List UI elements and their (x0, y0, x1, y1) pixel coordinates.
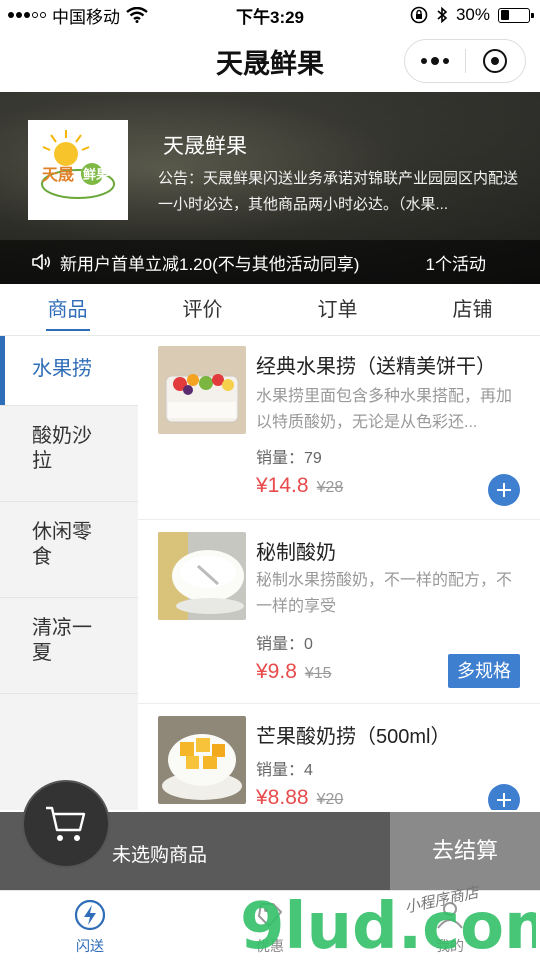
shop-banner: 天晟 鲜果 天晟鲜果 公告：天晟鲜果闪送业务承诺对锦联产业园园区内配送一小时必达… (0, 92, 540, 284)
rotation-lock-icon (410, 6, 428, 24)
battery-percent: 30% (455, 5, 490, 24)
cart-empty-text: 未选购商品 (112, 845, 208, 866)
shopping-cart-icon (46, 806, 86, 841)
bottom-tab-profile[interactable]: 我的 (360, 891, 540, 960)
battery-fill (500, 10, 509, 20)
select-spec-button[interactable]: 多规格 (448, 654, 520, 688)
product-price-row: ¥14.8 ¥28 (256, 474, 343, 498)
promo-bar[interactable]: 新用户首单立减1.20(不与其他活动同享) 1个活动 (0, 240, 540, 284)
target-icon (483, 49, 508, 73)
product-image[interactable] (158, 532, 246, 620)
cart-button[interactable] (22, 780, 110, 868)
close-miniprogram-button[interactable] (466, 40, 526, 82)
signal-strength-icon (8, 12, 46, 18)
category-item-summer[interactable]: 清凉一夏 (0, 598, 138, 694)
user-icon (437, 902, 463, 929)
tab-store[interactable]: 店铺 (405, 284, 540, 335)
lightning-icon (74, 899, 106, 931)
bottom-tab-label: 我的 (436, 938, 464, 954)
nav-bar: 天晟鲜果 (0, 30, 540, 92)
product-sales: 销量：0 (256, 636, 313, 653)
coupon-icon (258, 903, 282, 927)
category-label: 休闲零食 (32, 521, 92, 568)
shop-logo-image: 天晟 鲜果 (41, 130, 115, 199)
plus-icon (497, 483, 511, 497)
category-label: 清凉一夏 (32, 617, 92, 664)
checkout-button[interactable]: 去结算 (390, 812, 540, 890)
product-sales: 销量：79 (256, 450, 322, 467)
status-right: 30% (410, 5, 534, 25)
promo-count[interactable]: 1个活动 (426, 250, 486, 275)
category-item-fruit-salad[interactable]: 水果捞 (0, 336, 138, 406)
bottom-tab-label: 优惠 (256, 938, 284, 954)
product-name[interactable]: 芒果酸奶捞（500ml） (256, 720, 450, 749)
shop-tabs: 商品 评价 订单 店铺 (0, 284, 540, 336)
tab-orders[interactable]: 订单 (270, 284, 405, 335)
category-label: 水果捞 (32, 358, 92, 380)
svg-text:天晟: 天晟 (42, 165, 74, 184)
category-label: 酸奶沙拉 (32, 425, 92, 472)
wifi-icon (126, 7, 148, 23)
carrier-name: 中国移动 (52, 7, 120, 27)
shop-logo: 天晟 鲜果 (28, 120, 128, 220)
product-name[interactable]: 经典水果捞（送精美饼干） (256, 350, 496, 379)
product-item[interactable]: 秘制酸奶 秘制水果捞酸奶，不一样的配方，不一样的享受 销量：0 ¥9.8 ¥15… (138, 520, 540, 704)
category-sidebar: 水果捞 酸奶沙拉 休闲零食 清凉一夏 (0, 336, 138, 810)
battery-icon (498, 7, 534, 23)
product-price-row: ¥8.88 ¥20 (256, 786, 343, 810)
product-item[interactable]: 经典水果捞（送精美饼干） 水果捞里面包含多种水果搭配，再加以特质酸奶，无论是从色… (138, 336, 540, 520)
status-bar: 中国移动 下午3:29 30% (0, 0, 540, 30)
miniprogram-capsule (404, 39, 526, 83)
promo-text: 新用户首单立减1.20(不与其他活动同享) (60, 254, 360, 274)
shop-notice[interactable]: 公告：天晟鲜果闪送业务承诺对锦联产业园园区内配送一小时必达，其他商品两小时必达。… (158, 166, 518, 218)
add-to-cart-button[interactable] (488, 474, 520, 506)
product-description: 秘制水果捞酸奶，不一样的配方，不一样的享受 (256, 572, 513, 615)
more-menu-button[interactable] (405, 40, 465, 82)
status-left: 中国移动 (8, 3, 148, 28)
product-price: ¥8.88 (256, 786, 309, 809)
category-item-yogurt-salad[interactable]: 酸奶沙拉 (0, 406, 138, 502)
product-name[interactable]: 秘制酸奶 (256, 536, 336, 565)
tab-reviews[interactable]: 评价 (135, 284, 270, 335)
shop-name: 天晟鲜果 (163, 135, 247, 158)
product-image[interactable] (158, 716, 246, 804)
product-item[interactable]: 芒果酸奶捞（500ml） 销量：4 ¥8.88 ¥20 (138, 704, 540, 810)
product-original-price: ¥28 (316, 479, 344, 496)
svg-text:鲜果: 鲜果 (83, 167, 109, 183)
bluetooth-icon (437, 6, 448, 24)
product-original-price: ¥20 (316, 791, 344, 808)
speaker-icon (32, 254, 51, 270)
product-original-price: ¥15 (304, 665, 332, 682)
product-sales: 销量：4 (256, 762, 313, 779)
product-image[interactable] (158, 346, 246, 434)
bottom-tab-coupons[interactable]: 优惠 (180, 891, 360, 960)
tab-products[interactable]: 商品 (0, 284, 135, 335)
category-item-snacks[interactable]: 休闲零食 (0, 502, 138, 598)
bottom-tab-bar: 闪送 优惠 我的 (0, 890, 540, 960)
plus-icon (497, 793, 511, 807)
product-description: 水果捞里面包含多种水果搭配，再加以特质酸奶，无论是从色彩还... (256, 388, 513, 431)
add-to-cart-button[interactable] (488, 784, 520, 810)
product-price: ¥9.8 (256, 660, 297, 683)
bottom-tab-flash-delivery[interactable]: 闪送 (0, 891, 180, 960)
product-list[interactable]: 经典水果捞（送精美饼干） 水果捞里面包含多种水果搭配，再加以特质酸奶，无论是从色… (138, 336, 540, 810)
more-dots-icon (420, 57, 449, 65)
product-price: ¥14.8 (256, 474, 309, 497)
product-price-row: ¥9.8 ¥15 (256, 660, 332, 684)
bottom-tab-label: 闪送 (76, 938, 104, 954)
